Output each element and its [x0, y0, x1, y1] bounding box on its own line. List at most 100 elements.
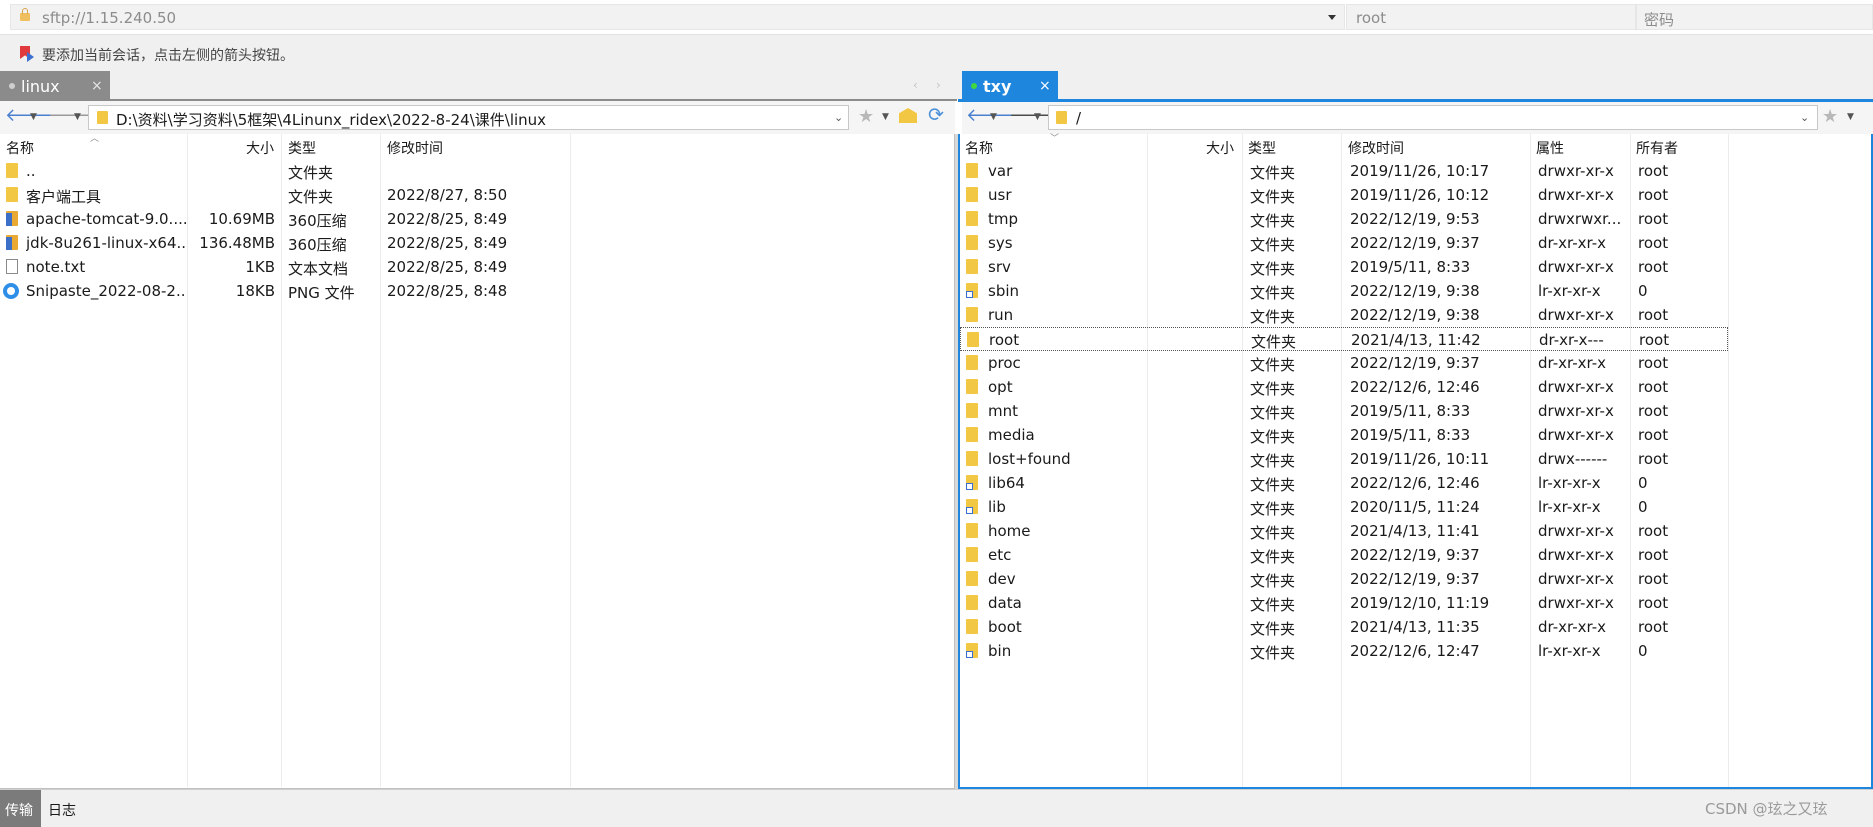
local-header-modified[interactable]: 修改时间	[387, 138, 443, 158]
remote-forward-dropdown-icon[interactable]: ▼	[1034, 112, 1041, 122]
remote-file-row[interactable]: bin 文件夹 2022/12/6, 12:47 lr-xr-xr-x 0	[960, 639, 1728, 663]
address-input[interactable]	[10, 4, 1345, 30]
remote-cell-modified: 2019/12/10, 11:19	[1350, 594, 1490, 612]
local-file-row[interactable]: apache-tomcat-9.0.... 10.69MB 360压缩 2022/8/…	[0, 207, 570, 231]
remote-cell-type: 文件夹	[1250, 188, 1296, 206]
local-cell-modified: 2022/8/25, 8:48	[387, 282, 508, 300]
tab-remote-label: txy	[983, 77, 1012, 96]
remote-header-size[interactable]: 大小	[1206, 138, 1234, 158]
local-back-dropdown-icon[interactable]: ▼	[30, 112, 37, 122]
remote-bookmark-dropdown-icon[interactable]: ▼	[1847, 112, 1854, 122]
tab-scroll-left-icon[interactable]: ‹	[913, 78, 918, 92]
remote-file-row[interactable]: var 文件夹 2019/11/26, 10:17 drwxr-xr-x root	[960, 159, 1728, 183]
remote-file-row[interactable]: etc 文件夹 2022/12/19, 9:37 drwxr-xr-x root	[960, 543, 1728, 567]
remote-file-row[interactable]: lib64 文件夹 2022/12/6, 12:46 lr-xr-xr-x 0	[960, 471, 1728, 495]
remote-file-row[interactable]: home 文件夹 2021/4/13, 11:41 drwxr-xr-x root	[960, 519, 1728, 543]
remote-file-row[interactable]: run 文件夹 2022/12/19, 9:38 drwxr-xr-x root	[960, 303, 1728, 327]
tab-local-close-icon[interactable]: ×	[91, 78, 103, 94]
tab-scroll-right-icon[interactable]: ›	[936, 78, 941, 92]
local-file-row[interactable]: 客户端工具 文件夹 2022/8/27, 8:50	[0, 183, 570, 207]
remote-header-modified[interactable]: 修改时间	[1348, 138, 1404, 158]
remote-cell-owner: root	[1638, 522, 1669, 540]
local-file-row[interactable]: note.txt 1KB 文本文档 2022/8/25, 8:49	[0, 255, 570, 279]
remote-file-row[interactable]: mnt 文件夹 2019/5/11, 8:33 drwxr-xr-x root	[960, 399, 1728, 423]
remote-file-row[interactable]: proc 文件夹 2022/12/19, 9:37 dr-xr-xr-x root	[960, 351, 1728, 375]
local-cell-size: 1KB	[245, 258, 275, 276]
remote-cell-perms: dr-xr-xr-x	[1538, 234, 1607, 252]
remote-file-row[interactable]: sbin 文件夹 2022/12/19, 9:38 lr-xr-xr-x 0	[960, 279, 1728, 303]
remote-cell-name: boot	[988, 618, 1022, 636]
remote-cell-name: opt	[988, 378, 1013, 396]
remote-cell-modified: 2022/12/19, 9:37	[1350, 234, 1480, 252]
folder-icon	[966, 307, 978, 322]
remote-cell-modified: 2022/12/19, 9:53	[1350, 210, 1480, 228]
local-forward-dropdown-icon[interactable]: ▼	[74, 112, 81, 122]
remote-cell-perms: drwxr-xr-x	[1538, 402, 1614, 420]
tab-remote-close-icon[interactable]: ×	[1039, 78, 1051, 94]
remote-cell-modified: 2021/4/13, 11:41	[1350, 522, 1480, 540]
remote-file-row[interactable]: usr 文件夹 2019/11/26, 10:12 drwxr-xr-x root	[960, 183, 1728, 207]
remote-header-perms[interactable]: 属性	[1536, 138, 1564, 158]
add-session-arrow-icon[interactable]	[27, 52, 34, 62]
local-header-size[interactable]: 大小	[246, 138, 274, 158]
remote-cell-name: media	[988, 426, 1035, 444]
remote-file-row[interactable]: data 文件夹 2019/12/10, 11:19 drwxr-xr-x root	[960, 591, 1728, 615]
remote-path-input[interactable]	[1048, 105, 1818, 130]
remote-file-row[interactable]: srv 文件夹 2019/5/11, 8:33 drwxr-xr-x root	[960, 255, 1728, 279]
remote-cell-owner: root	[1638, 618, 1669, 636]
address-dropdown-icon[interactable]	[1328, 15, 1336, 20]
local-header-name[interactable]: 名称	[6, 138, 34, 158]
remote-cell-name: usr	[988, 186, 1012, 204]
remote-file-row[interactable]: root 文件夹 2021/4/13, 11:42 dr-xr-x--- root	[960, 327, 1728, 351]
local-cell-modified: 2022/8/25, 8:49	[387, 258, 508, 276]
remote-file-row[interactable]: lost+found 文件夹 2019/11/26, 10:11 drwx------…	[960, 447, 1728, 471]
remote-file-row[interactable]: media 文件夹 2019/5/11, 8:33 drwxr-xr-x root	[960, 423, 1728, 447]
remote-cell-modified: 2019/11/26, 10:11	[1350, 450, 1490, 468]
remote-file-row[interactable]: lib 文件夹 2020/11/5, 11:24 lr-xr-xr-x 0	[960, 495, 1728, 519]
local-cell-type: 360压缩	[288, 212, 347, 230]
local-bookmark-star-icon[interactable]: ★	[858, 106, 874, 127]
local-bookmark-dropdown-icon[interactable]: ▼	[882, 112, 889, 122]
local-file-row[interactable]: Snipaste_2022-08-2... 18KB PNG 文件 2022/8/25…	[0, 279, 570, 303]
remote-file-row[interactable]: tmp 文件夹 2022/12/19, 9:53 drwxrwxr... root	[960, 207, 1728, 231]
connected-status-dot-icon	[971, 83, 977, 89]
folder-icon	[966, 235, 978, 250]
remote-cell-perms: drwx------	[1538, 450, 1608, 468]
remote-header-name[interactable]: 名称	[965, 138, 993, 158]
local-cell-type: 文本文档	[288, 260, 349, 278]
remote-back-dropdown-icon[interactable]: ▼	[990, 112, 997, 122]
local-cell-size: 136.48MB	[199, 234, 275, 252]
remote-cell-owner: root	[1638, 402, 1669, 420]
remote-file-row[interactable]: sys 文件夹 2022/12/19, 9:37 dr-xr-xr-x root	[960, 231, 1728, 255]
remote-cell-modified: 2022/12/6, 12:47	[1350, 642, 1480, 660]
remote-file-row[interactable]: opt 文件夹 2022/12/6, 12:46 drwxr-xr-x root	[960, 375, 1728, 399]
remote-cell-perms: drwxr-xr-x	[1538, 426, 1614, 444]
archive-icon	[6, 235, 18, 250]
tab-local-label: linux	[21, 77, 60, 96]
remote-cell-perms: drwxr-xr-x	[1538, 594, 1614, 612]
remote-cell-type: 文件夹	[1250, 260, 1296, 278]
remote-header-type[interactable]: 类型	[1248, 138, 1276, 158]
remote-file-row[interactable]: dev 文件夹 2022/12/19, 9:37 drwxr-xr-x root	[960, 567, 1728, 591]
local-header-type[interactable]: 类型	[288, 138, 316, 158]
local-refresh-icon[interactable]: ⟳	[928, 104, 944, 126]
remote-cell-perms: drwxrwxr...	[1538, 210, 1622, 228]
username-field[interactable]	[1346, 4, 1636, 30]
sort-indicator-icon: ︿	[90, 134, 100, 144]
folder-icon	[966, 259, 978, 274]
remote-header-owner[interactable]: 所有者	[1636, 138, 1678, 158]
remote-path-dropdown-icon[interactable]: ⌄	[1800, 111, 1809, 124]
local-file-row[interactable]: jdk-8u261-linux-x64... 136.48MB 360压缩 2022/…	[0, 231, 570, 255]
column-divider	[1728, 134, 1729, 787]
tab-log[interactable]: 日志	[48, 800, 76, 820]
remote-file-row[interactable]: boot 文件夹 2021/4/13, 11:35 dr-xr-xr-x root	[960, 615, 1728, 639]
local-cell-modified: 2022/8/27, 8:50	[387, 186, 508, 204]
remote-cell-type: 文件夹	[1250, 596, 1296, 614]
remote-cell-owner: root	[1638, 378, 1669, 396]
remote-bookmark-star-icon[interactable]: ★	[1822, 106, 1838, 127]
folder-icon	[966, 619, 978, 634]
remote-cell-modified: 2022/12/19, 9:37	[1350, 546, 1480, 564]
remote-cell-modified: 2022/12/19, 9:38	[1350, 282, 1480, 300]
local-path-dropdown-icon[interactable]: ⌄	[834, 111, 843, 124]
local-file-row[interactable]: .. 文件夹	[0, 159, 570, 183]
